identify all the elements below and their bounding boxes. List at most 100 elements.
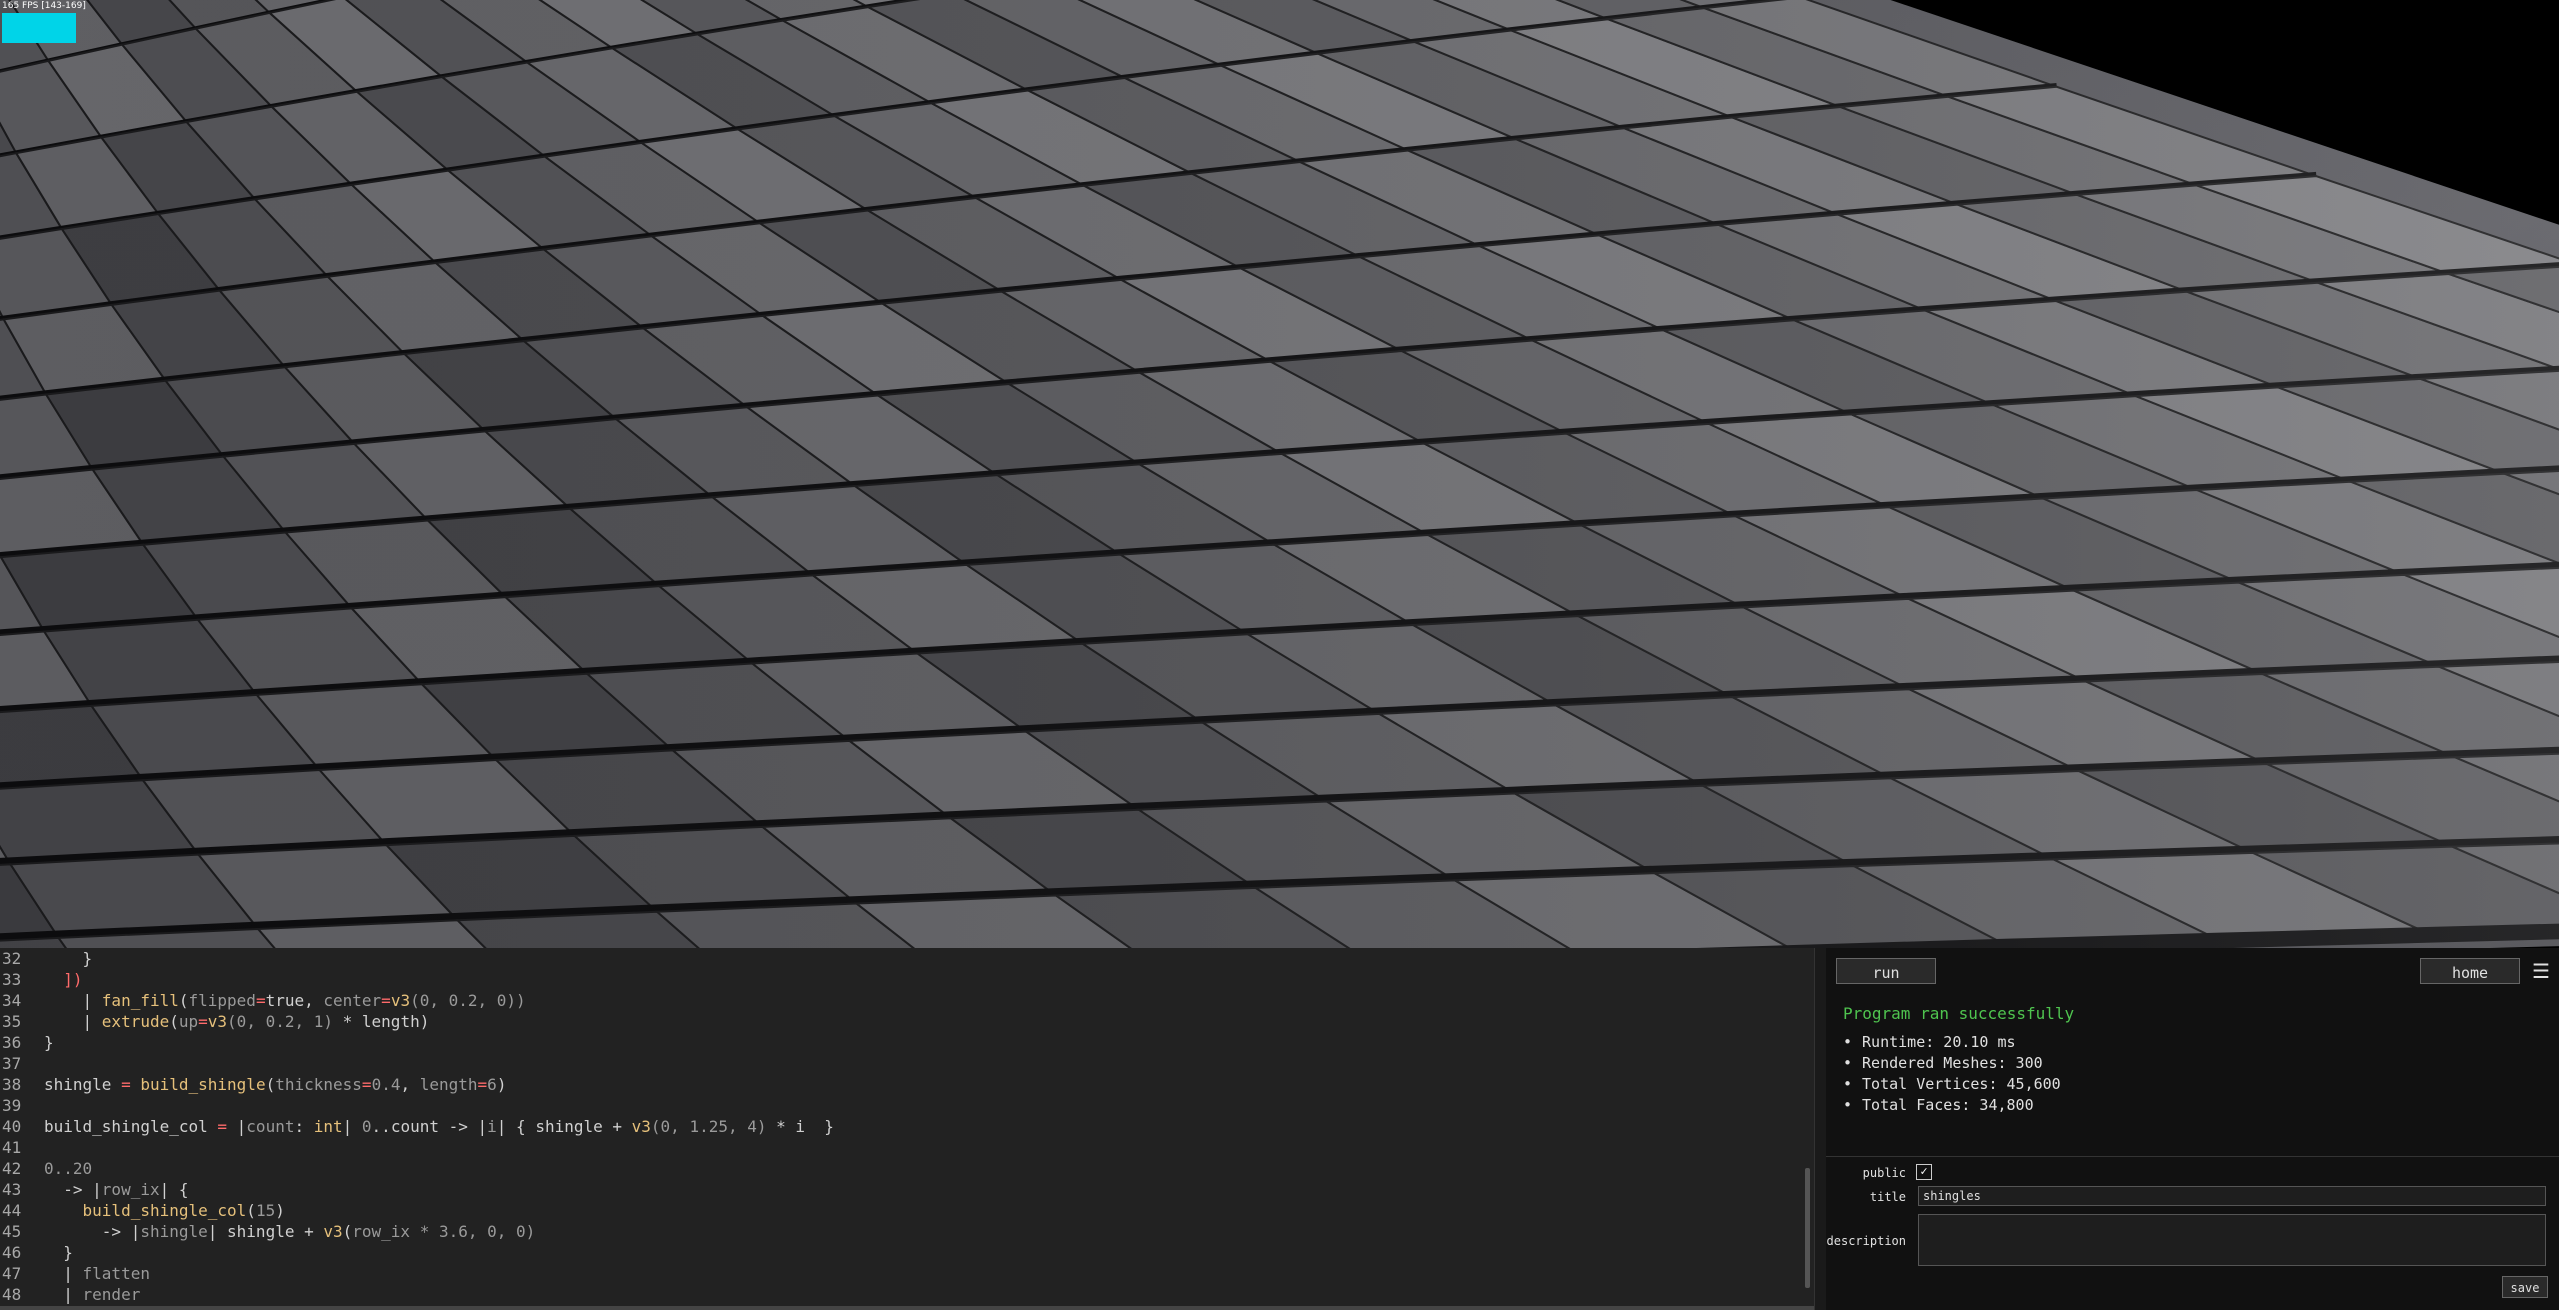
code-token: | <box>44 1012 102 1031</box>
code-line[interactable]: 47 | flatten <box>0 1263 1800 1284</box>
line-source: } <box>44 948 93 969</box>
code-token: render <box>82 1285 141 1304</box>
code-line[interactable]: 35 | extrude(up=v3(0, 0.2, 1) * length) <box>0 1011 1800 1032</box>
code-lines[interactable]: 32 } 33 ]) 34 | fan_fill(flipped=true, cen… <box>0 948 1800 1305</box>
line-source: build_shingle_col = |count: int| 0..coun… <box>44 1116 834 1137</box>
code-token: (0, 1.25, 4) <box>650 1117 777 1136</box>
code-editor[interactable]: 32 } 33 ]) 34 | fan_fill(flipped=true, cen… <box>0 948 1814 1310</box>
hamburger-menu-icon[interactable]: ☰ <box>2530 960 2552 982</box>
line-number: 40 <box>2 1117 22 1136</box>
code-token: } <box>44 1243 73 1262</box>
title-input[interactable] <box>1918 1186 2546 1206</box>
code-line[interactable]: 45 -> |shingle| shingle + v3(row_ix * 3.… <box>0 1221 1800 1242</box>
code-token: 0 <box>361 1117 372 1136</box>
code-token: row_ix <box>352 1222 411 1241</box>
roof-shingles-render[interactable] <box>0 0 2559 948</box>
line-source: -> |shingle| shingle + v3(row_ix * 3.6, … <box>44 1221 536 1242</box>
line-number: 48 <box>2 1285 22 1304</box>
line-number: 33 <box>2 970 22 989</box>
code-token: | <box>44 991 102 1010</box>
code-line[interactable]: 41 <box>0 1137 1800 1158</box>
run-status-message: Program ran successfully <box>1843 1004 2075 1023</box>
code-line[interactable]: 43 -> |row_ix| { <box>0 1179 1800 1200</box>
code-line[interactable]: 48 | render <box>0 1284 1800 1305</box>
code-token: 6 <box>487 1075 497 1094</box>
stat-total-vertices: Total Vertices: 45,600 <box>1843 1074 2061 1095</box>
code-token: count <box>246 1117 295 1136</box>
code-line[interactable]: 44 build_shingle_col(15) <box>0 1200 1800 1221</box>
run-button[interactable]: run <box>1836 958 1936 984</box>
code-token: length <box>419 1075 478 1094</box>
code-token: (0, 0.2, 0)) <box>410 991 526 1010</box>
line-number: 37 <box>2 1054 22 1073</box>
code-line[interactable]: 38 shingle = build_shingle(thickness=0.4,… <box>0 1074 1800 1095</box>
code-token: ) <box>275 1201 285 1220</box>
code-token: up <box>178 1012 199 1031</box>
code-token: | <box>342 1117 362 1136</box>
line-number: 35 <box>2 1012 22 1031</box>
code-token: } <box>44 949 93 968</box>
editor-horizontal-scrollbar[interactable] <box>0 1306 1814 1310</box>
code-token: true, <box>265 991 324 1010</box>
code-token: | <box>44 1264 83 1283</box>
code-token: | <box>227 1117 247 1136</box>
panel-separator <box>1826 1156 2559 1157</box>
description-textarea[interactable] <box>1918 1214 2546 1266</box>
code-token: row_ix <box>101 1180 160 1199</box>
editor-scrollbar[interactable] <box>1805 1168 1810 1288</box>
code-token: ( <box>265 1075 276 1094</box>
line-source: | flatten <box>44 1263 150 1284</box>
line-source: } <box>44 1032 54 1053</box>
code-token: | { shingle + <box>496 1117 632 1136</box>
code-token: = <box>477 1075 488 1094</box>
code-line[interactable]: 34 | fan_fill(flipped=true, center=v3(0,… <box>0 990 1800 1011</box>
code-token: ]) <box>44 970 83 989</box>
fps-graph <box>2 13 76 43</box>
save-button[interactable]: save <box>2502 1276 2548 1298</box>
fps-counter: 165 FPS [143-169] <box>2 1 86 11</box>
code-token: = <box>198 1012 208 1031</box>
code-token: * 3.6, 0, 0) <box>410 1222 536 1241</box>
code-token: 0..20 <box>44 1159 93 1178</box>
code-token: int <box>313 1117 343 1136</box>
line-source: | fan_fill(flipped=true, center=v3(0, 0.… <box>44 990 526 1011</box>
code-line[interactable]: 42 0..20 <box>0 1158 1800 1179</box>
public-checkbox[interactable]: ✓ <box>1916 1164 1932 1180</box>
code-token: ..count -> | <box>371 1117 488 1136</box>
code-token: 15 <box>255 1201 276 1220</box>
home-button[interactable]: home <box>2420 958 2520 984</box>
code-token: * i } <box>776 1117 834 1136</box>
render-viewport[interactable]: 165 FPS [143-169] <box>0 0 2559 948</box>
code-token: center <box>323 991 382 1010</box>
code-token: thickness <box>275 1075 362 1094</box>
line-number: 45 <box>2 1222 22 1241</box>
line-number: 47 <box>2 1264 22 1283</box>
code-line[interactable]: 46 } <box>0 1242 1800 1263</box>
code-token: = <box>381 991 391 1010</box>
line-number: 36 <box>2 1033 22 1052</box>
line-number: 44 <box>2 1201 22 1220</box>
code-token: * length) <box>342 1012 430 1031</box>
line-number: 46 <box>2 1243 22 1262</box>
code-token: -> | <box>44 1180 102 1199</box>
code-token: v3 <box>631 1117 651 1136</box>
line-number: 32 <box>2 949 22 968</box>
line-source: shingle = build_shingle(thickness=0.4, l… <box>44 1074 506 1095</box>
code-line[interactable]: 40 build_shingle_col = |count: int| 0..co… <box>0 1116 1800 1137</box>
code-token: v3 <box>323 1222 343 1241</box>
code-token: ( <box>178 991 189 1010</box>
code-line[interactable]: 32 } <box>0 948 1800 969</box>
line-number: 43 <box>2 1180 22 1199</box>
line-source: ]) <box>44 969 83 990</box>
stat-rendered-meshes: Rendered Meshes: 300 <box>1843 1053 2061 1074</box>
code-line[interactable]: 37 <box>0 1053 1800 1074</box>
line-number: 34 <box>2 991 22 1010</box>
code-line[interactable]: 39 <box>0 1095 1800 1116</box>
roof-highlight <box>0 0 2559 948</box>
code-line[interactable]: 33 ]) <box>0 969 1800 990</box>
code-token: shingle <box>44 1075 122 1094</box>
stat-runtime: Runtime: 20.10 ms <box>1843 1032 2061 1053</box>
code-line[interactable]: 36} <box>0 1032 1800 1053</box>
